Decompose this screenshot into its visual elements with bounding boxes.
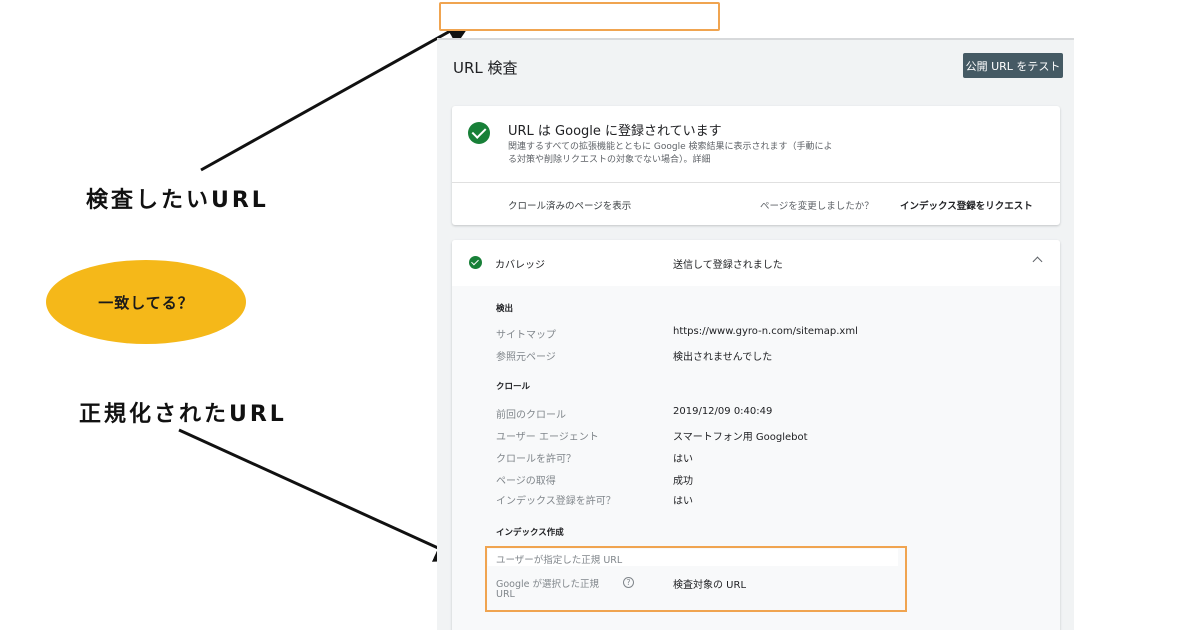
status-desc-line-2: る対策や削除リクエストの対象でない場合）。詳細 bbox=[508, 155, 711, 165]
arrow-to-canonical-box bbox=[178, 428, 466, 562]
page-title: URL 検査 bbox=[453, 59, 518, 77]
request-indexing-link[interactable]: インデックス登録をリクエスト bbox=[900, 198, 1033, 212]
status-desc-line-1: 関連するすべての拡張機能とともに Google 検索結果に表示されます（手動によ bbox=[508, 142, 833, 152]
row-label: サイトマップ bbox=[496, 330, 556, 341]
row-value: 2019/12/09 0:40:49 bbox=[673, 406, 773, 417]
url-inspection-panel: URL 検査 公開 URL をテスト URL は Google に登録されていま… bbox=[437, 38, 1074, 630]
row-value: はい bbox=[673, 496, 693, 507]
stage: 検査したいURL 一致してる？ 正規化されたURL URL 検査 公開 URL … bbox=[0, 0, 1200, 630]
index-status-card: URL は Google に登録されています 関連するすべての拡張機能とともに … bbox=[452, 106, 1060, 225]
card-divider bbox=[452, 182, 1060, 183]
url-inspect-input[interactable] bbox=[439, 2, 720, 31]
check-circle-icon bbox=[469, 256, 482, 269]
canonical-highlight-box bbox=[485, 546, 907, 612]
row-label: 前回のクロール bbox=[496, 410, 566, 421]
section-title-indexing: インデックス作成 bbox=[496, 528, 564, 538]
row-label: 参照元ページ bbox=[496, 352, 556, 363]
row-value: スマートフォン用 Googlebot bbox=[673, 432, 808, 443]
status-title: URL は Google に登録されています bbox=[508, 124, 722, 139]
row-value: 成功 bbox=[673, 476, 693, 487]
view-crawled-page-link[interactable]: クロール済みのページを表示 bbox=[508, 198, 631, 212]
row-label: ページの取得 bbox=[496, 476, 556, 487]
arrow-to-url-box bbox=[200, 17, 476, 172]
coverage-label: カバレッジ bbox=[495, 260, 545, 271]
coverage-value: 送信して登録されました bbox=[673, 260, 783, 271]
status-description: 関連するすべての拡張機能とともに Google 検索結果に表示されます（手動によ… bbox=[508, 141, 908, 167]
check-circle-icon bbox=[468, 122, 490, 144]
test-live-url-button[interactable]: 公開 URL をテスト bbox=[963, 53, 1063, 78]
chevron-up-icon[interactable] bbox=[1032, 256, 1043, 267]
panel-header: URL 検査 公開 URL をテスト bbox=[437, 40, 1074, 92]
section-title-crawl: クロール bbox=[496, 382, 531, 392]
page-changed-question: ページを変更しましたか？ bbox=[760, 201, 874, 212]
section-title-discovery: 検出 bbox=[496, 304, 514, 314]
row-value: 検出されませんでした bbox=[673, 352, 773, 363]
row-label: クロールを許可？ bbox=[496, 454, 576, 465]
sitemap-link[interactable]: https://www.gyro-n.com/sitemap.xml bbox=[673, 326, 858, 337]
row-label: インデックス登録を許可？ bbox=[496, 496, 616, 507]
row-label: ユーザー エージェント bbox=[496, 432, 599, 443]
row-value: はい bbox=[673, 454, 693, 465]
coverage-header[interactable]: カバレッジ 送信して登録されました bbox=[452, 240, 1060, 286]
